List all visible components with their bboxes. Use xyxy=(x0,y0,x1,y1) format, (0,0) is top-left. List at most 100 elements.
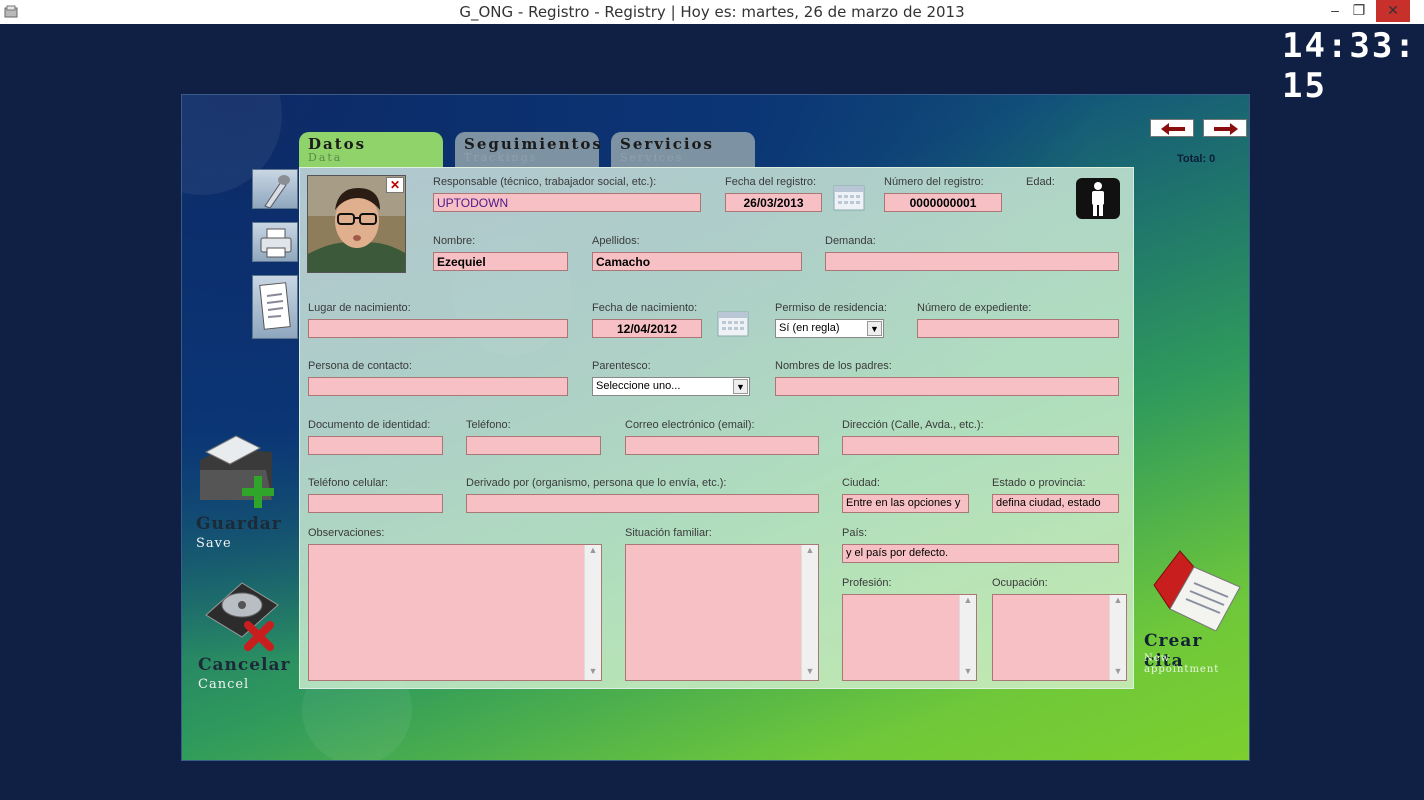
observaciones-textarea[interactable]: ▲ ▼ xyxy=(308,544,602,681)
cancel-button-label: Cancelar xyxy=(198,655,291,675)
cancel-button[interactable]: Cancelar Cancel xyxy=(194,575,294,695)
tab-servicios[interactable]: Servicios Services xyxy=(611,132,755,168)
person-icon xyxy=(1092,182,1104,216)
expediente-label: Número de expediente: xyxy=(917,302,1032,314)
profesion-scrollbar[interactable]: ▲ ▼ xyxy=(959,595,976,680)
documento-field[interactable] xyxy=(308,436,443,455)
maximize-button[interactable]: ❐ xyxy=(1342,0,1376,22)
observaciones-scrollbar[interactable]: ▲ ▼ xyxy=(584,545,601,680)
lugar-nacimiento-field[interactable] xyxy=(308,319,568,338)
contacto-label: Persona de contacto: xyxy=(308,360,412,372)
ciudad-label: Ciudad: xyxy=(842,477,880,489)
numero-registro-field[interactable]: 0000000001 xyxy=(884,193,1002,212)
next-record-button[interactable] xyxy=(1203,119,1247,137)
brush-tool-button[interactable] xyxy=(252,169,298,209)
new-appointment-sublabel: New appointment xyxy=(1144,653,1220,675)
apellidos-label: Apellidos: xyxy=(592,235,640,247)
close-button[interactable]: ✕ xyxy=(1376,0,1410,22)
folder-add-icon xyxy=(200,435,274,508)
contacto-field[interactable] xyxy=(308,377,568,396)
telefono-field[interactable] xyxy=(466,436,601,455)
permiso-select[interactable]: Sí (en regla) ▼ xyxy=(775,319,884,338)
parentesco-select-value: Seleccione uno... xyxy=(596,380,681,392)
window-titlebar: G_ONG - Registro - Registry | Hoy es: ma… xyxy=(0,0,1424,24)
fecha-registro-field[interactable]: 26/03/2013 xyxy=(725,193,822,212)
pais-field[interactable]: y el país por defecto. xyxy=(842,544,1119,563)
derivado-field[interactable] xyxy=(466,494,819,513)
documento-label: Documento de identidad: xyxy=(308,419,431,431)
arrow-left-icon xyxy=(1161,123,1185,135)
lugar-nacimiento-label: Lugar de nacimiento: xyxy=(308,302,411,314)
calendar-icon[interactable] xyxy=(717,310,749,338)
padres-field[interactable] xyxy=(775,377,1119,396)
observaciones-label: Observaciones: xyxy=(308,527,385,539)
chevron-down-icon: ▼ xyxy=(867,321,882,336)
save-button-label: Guardar xyxy=(196,514,282,534)
profesion-textarea[interactable]: ▲ ▼ xyxy=(842,594,977,681)
parentesco-label: Parentesco: xyxy=(592,360,651,372)
situacion-textarea[interactable]: ▲ ▼ xyxy=(625,544,819,681)
situacion-label: Situación familiar: xyxy=(625,527,712,539)
situacion-scrollbar[interactable]: ▲ ▼ xyxy=(801,545,818,680)
window-title: G_ONG - Registro - Registry | Hoy es: ma… xyxy=(459,3,965,21)
numero-registro-label: Número del registro: xyxy=(884,176,984,188)
harddisk-cancel-icon xyxy=(205,582,279,651)
calendar-icon[interactable] xyxy=(833,184,865,212)
tab-servicios-sublabel: Services xyxy=(620,151,684,164)
demanda-label: Demanda: xyxy=(825,235,876,247)
tab-datos-sublabel: Data xyxy=(308,151,343,164)
celular-field[interactable] xyxy=(308,494,443,513)
direccion-field[interactable] xyxy=(842,436,1119,455)
pais-label: País: xyxy=(842,527,868,539)
fecha-nacimiento-label: Fecha de nacimiento: xyxy=(592,302,698,314)
total-count: Total: 0 xyxy=(1177,153,1216,165)
permiso-select-value: Sí (en regla) xyxy=(779,322,840,334)
registration-form: ✕ Responsable (técnico, trabajador socia… xyxy=(299,167,1134,689)
save-button-sublabel: Save xyxy=(196,536,232,551)
parentesco-select[interactable]: Seleccione uno... ▼ xyxy=(592,377,750,396)
main-canvas: Datos Data Seguimientos Trackings Servic… xyxy=(181,94,1250,761)
padres-label: Nombres de los padres: xyxy=(775,360,892,372)
nombre-label: Nombre: xyxy=(433,235,476,247)
tab-datos[interactable]: Datos Data xyxy=(299,132,443,168)
correo-field[interactable] xyxy=(625,436,819,455)
demanda-field[interactable] xyxy=(825,252,1119,271)
edad-label: Edad: xyxy=(1026,176,1055,188)
celular-label: Teléfono celular: xyxy=(308,477,389,489)
permiso-label: Permiso de residencia: xyxy=(775,302,887,314)
responsable-label: Responsable (técnico, trabajador social,… xyxy=(433,176,657,188)
chevron-down-icon: ▼ xyxy=(733,379,748,394)
cancel-button-sublabel: Cancel xyxy=(198,677,250,692)
save-button[interactable]: Guardar Save xyxy=(194,430,284,555)
telefono-label: Teléfono: xyxy=(466,419,511,431)
print-button[interactable] xyxy=(252,222,298,262)
apellidos-field[interactable]: Camacho xyxy=(592,252,802,271)
appointment-book-icon xyxy=(1153,550,1241,631)
estado-label: Estado o provincia: xyxy=(992,477,1086,489)
correo-label: Correo electrónico (email): xyxy=(625,419,755,431)
expediente-field[interactable] xyxy=(917,319,1119,338)
gender-button[interactable] xyxy=(1076,178,1120,219)
previous-record-button[interactable] xyxy=(1150,119,1194,137)
arrow-right-icon xyxy=(1214,123,1238,135)
tab-seguimientos[interactable]: Seguimientos Trackings xyxy=(455,132,601,168)
direccion-label: Dirección (Calle, Avda., etc.): xyxy=(842,419,984,431)
fecha-nacimiento-field[interactable]: 12/04/2012 xyxy=(592,319,702,338)
responsable-field[interactable]: UPTODOWN xyxy=(433,193,701,212)
brush-icon xyxy=(264,175,290,209)
estado-field[interactable]: defina ciudad, estado xyxy=(992,494,1119,513)
remove-photo-button[interactable]: ✕ xyxy=(386,177,404,193)
ocupacion-textarea[interactable]: ▲ ▼ xyxy=(992,594,1127,681)
document-button[interactable] xyxy=(252,275,298,339)
derivado-label: Derivado por (organismo, persona que lo … xyxy=(466,477,727,489)
ocupacion-scrollbar[interactable]: ▲ ▼ xyxy=(1109,595,1126,680)
new-appointment-button[interactable]: Crear cita New appointment xyxy=(1142,547,1247,675)
nombre-field[interactable]: Ezequiel xyxy=(433,252,568,271)
ciudad-field[interactable]: Entre en las opciones y xyxy=(842,494,969,513)
ocupacion-label: Ocupación: xyxy=(992,577,1048,589)
fecha-registro-label: Fecha del registro: xyxy=(725,176,817,188)
printer-icon xyxy=(260,228,292,258)
profesion-label: Profesión: xyxy=(842,577,892,589)
document-icon xyxy=(259,282,291,330)
clock-display: 14:33: 15 xyxy=(1282,26,1417,106)
